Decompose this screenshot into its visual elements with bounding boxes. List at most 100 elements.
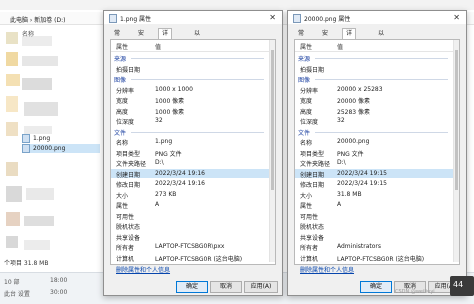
property-row[interactable]: 文件夹路径 D:\ — [295, 158, 453, 168]
property-row[interactable]: 大小 273 KB — [111, 190, 269, 200]
property-value: 1000 像素 — [155, 108, 185, 116]
apply-button[interactable]: 应用(A) — [244, 281, 278, 293]
property-value: 32 — [337, 117, 345, 124]
property-value: 20000.png — [337, 138, 370, 145]
property-name: 拍摄日期 — [300, 66, 325, 74]
property-row[interactable]: 文件夹路径 D:\ — [111, 158, 269, 168]
section-label: 来源 — [298, 56, 311, 63]
property-row[interactable]: 计算机 LAPTOP-FTCSBG0R (这台电脑) — [295, 253, 453, 263]
section-heading: 来源 — [111, 53, 269, 63]
close-icon[interactable]: ✕ — [269, 13, 276, 22]
property-row[interactable]: 脱机状态 — [111, 221, 269, 231]
property-row[interactable]: 脱机状态 — [295, 221, 453, 231]
bottom-time-1: 18:00 — [50, 277, 68, 284]
property-name: 属性 — [116, 203, 129, 210]
property-name: 创建日期 — [116, 171, 141, 179]
explorer-titlebar — [0, 0, 474, 10]
property-row[interactable]: 位深度 32 — [111, 116, 269, 126]
ok-button[interactable]: 确定 — [176, 281, 208, 293]
png-file-icon — [22, 134, 30, 143]
vertical-scrollbar[interactable] — [269, 40, 275, 262]
property-row[interactable]: 可用性 — [295, 211, 453, 221]
header-property[interactable]: 属性 — [300, 42, 312, 51]
property-value: PNG 文件 — [155, 150, 182, 158]
property-row[interactable]: 分辨率 20000 x 25283 — [295, 85, 453, 95]
property-row[interactable]: 名称 20000.png — [295, 137, 453, 147]
scrollbar-thumb[interactable] — [271, 50, 274, 190]
file-icon — [293, 14, 301, 23]
dialog-title: 1.png 属性 — [120, 16, 152, 23]
dialog-title: 20000.png 属性 — [304, 16, 351, 23]
breadcrumb[interactable]: 此电脑 › 新加卷 (D:) — [10, 15, 65, 24]
close-icon[interactable]: ✕ — [453, 13, 460, 22]
property-row[interactable]: 高度 1000 像素 — [111, 106, 269, 116]
vertical-scrollbar[interactable] — [453, 40, 459, 262]
property-name: 大小 — [116, 192, 129, 200]
property-row[interactable]: 计算机 LAPTOP-FTCSBG0R (这台电脑) — [111, 253, 269, 263]
property-row[interactable]: 修改日期 2022/3/24 19:16 — [111, 179, 269, 189]
section-label: 图像 — [114, 77, 127, 84]
tray-badge[interactable]: 44 — [450, 276, 474, 296]
property-value: LAPTOP-FTCSBG0R (这台电脑) — [337, 255, 425, 263]
column-header-name[interactable]: 名称 — [22, 29, 34, 38]
header-property[interactable]: 属性 — [116, 42, 128, 51]
property-row[interactable]: 共享设备 — [111, 232, 269, 242]
property-row[interactable]: 项目类型 PNG 文件 — [295, 148, 453, 158]
property-row[interactable]: 名称 1.png — [111, 137, 269, 147]
section-label: 文件 — [298, 129, 311, 137]
property-value: A — [155, 201, 160, 208]
property-name: 文件夹路径 — [116, 161, 147, 168]
property-row[interactable]: 创建日期 2022/3/24 19:15 — [295, 168, 453, 179]
property-name: 可用性 — [116, 213, 135, 221]
property-row[interactable]: 拍摄日期 — [111, 64, 269, 74]
scrollbar-thumb[interactable] — [455, 50, 458, 190]
property-name: 高度 — [116, 108, 129, 116]
file-item-20000png[interactable]: 20000.png — [22, 144, 100, 153]
property-row[interactable]: 可用性 — [111, 211, 269, 221]
property-row[interactable]: 项目类型 PNG 文件 — [111, 148, 269, 158]
property-row[interactable]: 分辨率 1000 x 1000 — [111, 85, 269, 95]
property-name: 所有者 — [116, 245, 135, 252]
property-name: 拍摄日期 — [116, 66, 141, 74]
property-name: 计算机 — [300, 255, 319, 263]
property-name: 位深度 — [116, 119, 135, 126]
property-row[interactable]: 创建日期 2022/3/24 19:16 — [111, 168, 269, 179]
property-row[interactable]: 宽度 20000 像素 — [295, 95, 453, 105]
property-row[interactable]: 大小 31.8 MB — [295, 190, 453, 200]
property-row[interactable]: 修改日期 2022/3/24 19:15 — [295, 179, 453, 189]
cancel-button[interactable]: 取消 — [210, 281, 242, 293]
property-value: LAPTOP-FTCSBG0R (这台电脑) — [155, 255, 243, 263]
property-row[interactable]: 属性 A — [295, 200, 453, 210]
property-row[interactable]: 宽度 1000 像素 — [111, 95, 269, 105]
property-value: D:\ — [337, 159, 346, 166]
details-header: 属性 值 — [295, 40, 459, 52]
file-item-1png[interactable]: 1.png — [22, 134, 100, 143]
section-label: 来源 — [114, 56, 127, 63]
remove-properties-link[interactable]: 删除属性和个人信息 — [300, 265, 354, 274]
property-row[interactable]: 拍摄日期 — [295, 64, 453, 74]
section-heading: 图像 — [295, 74, 453, 84]
remove-properties-link[interactable]: 删除属性和个人信息 — [116, 265, 170, 274]
section-heading: 来源 — [295, 53, 453, 63]
bottom-time-2: 30:00 — [50, 289, 68, 296]
details-panel: 属性 值 来源拍摄日期图像 分辨率 1000 x 1000 宽度 1000 像素高度 10… — [110, 39, 276, 265]
property-row[interactable]: 属性 A — [111, 200, 269, 210]
property-name: 文件夹路径 — [300, 161, 331, 168]
property-row[interactable]: 所有者 Administrators — [295, 242, 453, 252]
property-row[interactable]: 所有者 LAPTOP-FTCSBG0R\pxx — [111, 242, 269, 252]
property-name: 高度 — [300, 108, 313, 116]
property-row[interactable]: 共享设备 — [295, 232, 453, 242]
header-value[interactable]: 值 — [155, 42, 161, 51]
property-name: 计算机 — [116, 255, 135, 263]
property-name: 共享设备 — [116, 234, 141, 242]
dialog-titlebar: 20000.png 属性 ✕ — [288, 11, 466, 24]
ok-button[interactable]: 确定 — [360, 281, 392, 293]
property-name: 名称 — [116, 140, 129, 147]
section-heading: 图像 — [111, 74, 269, 84]
property-value: 2022/3/24 19:15 — [337, 169, 387, 177]
header-value[interactable]: 值 — [337, 42, 343, 51]
property-row[interactable]: 高度 25283 像素 — [295, 106, 453, 116]
property-row[interactable]: 位深度 32 — [295, 116, 453, 126]
property-name: 分辨率 — [116, 87, 135, 95]
section-heading: 文件 — [111, 127, 269, 137]
